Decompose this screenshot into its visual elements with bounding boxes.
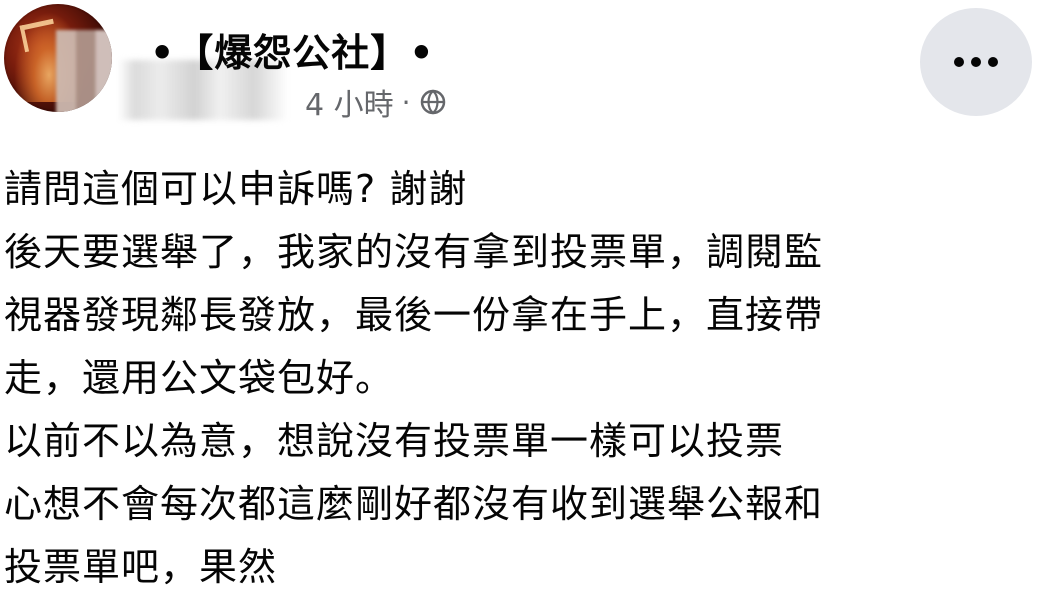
post-timestamp[interactable]: 4 小時 <box>305 80 394 124</box>
post-header: •【爆怨公社】• 4 小時 · <box>0 0 1060 150</box>
meta-separator: · <box>401 85 411 119</box>
post-meta: 4 小時 · <box>305 80 447 124</box>
post-text-line: 投票單吧，果然 <box>4 545 278 589</box>
group-name[interactable]: •【爆怨公社】• <box>150 22 435 77</box>
avatar-pixelated-overlay <box>56 30 112 112</box>
avatar[interactable] <box>4 4 112 112</box>
more-options-button[interactable] <box>920 8 1032 116</box>
post-text-line: 請問這個可以申訴嗎? 謝謝 <box>4 167 468 211</box>
post-text-line: 視器發現鄰長發放，最後一份拿在手上，直接帶 <box>4 293 824 337</box>
post-text-line: 心想不會每次都這麼剛好都沒有收到選舉公報和 <box>4 482 824 526</box>
post-body: 請問這個可以申訴嗎? 謝謝 後天要選舉了，我家的沒有拿到投票單，調閱監 視器發現… <box>4 158 1054 599</box>
post-text-line: 走，還用公文袋包好。 <box>4 356 395 400</box>
post-text-line: 以前不以為意，想說沒有投票單一樣可以投票 <box>4 419 785 463</box>
post-text-line: 後天要選舉了，我家的沒有拿到投票單，調閱監 <box>4 230 824 274</box>
more-horizontal-icon <box>954 57 998 67</box>
globe-icon[interactable] <box>419 88 447 116</box>
